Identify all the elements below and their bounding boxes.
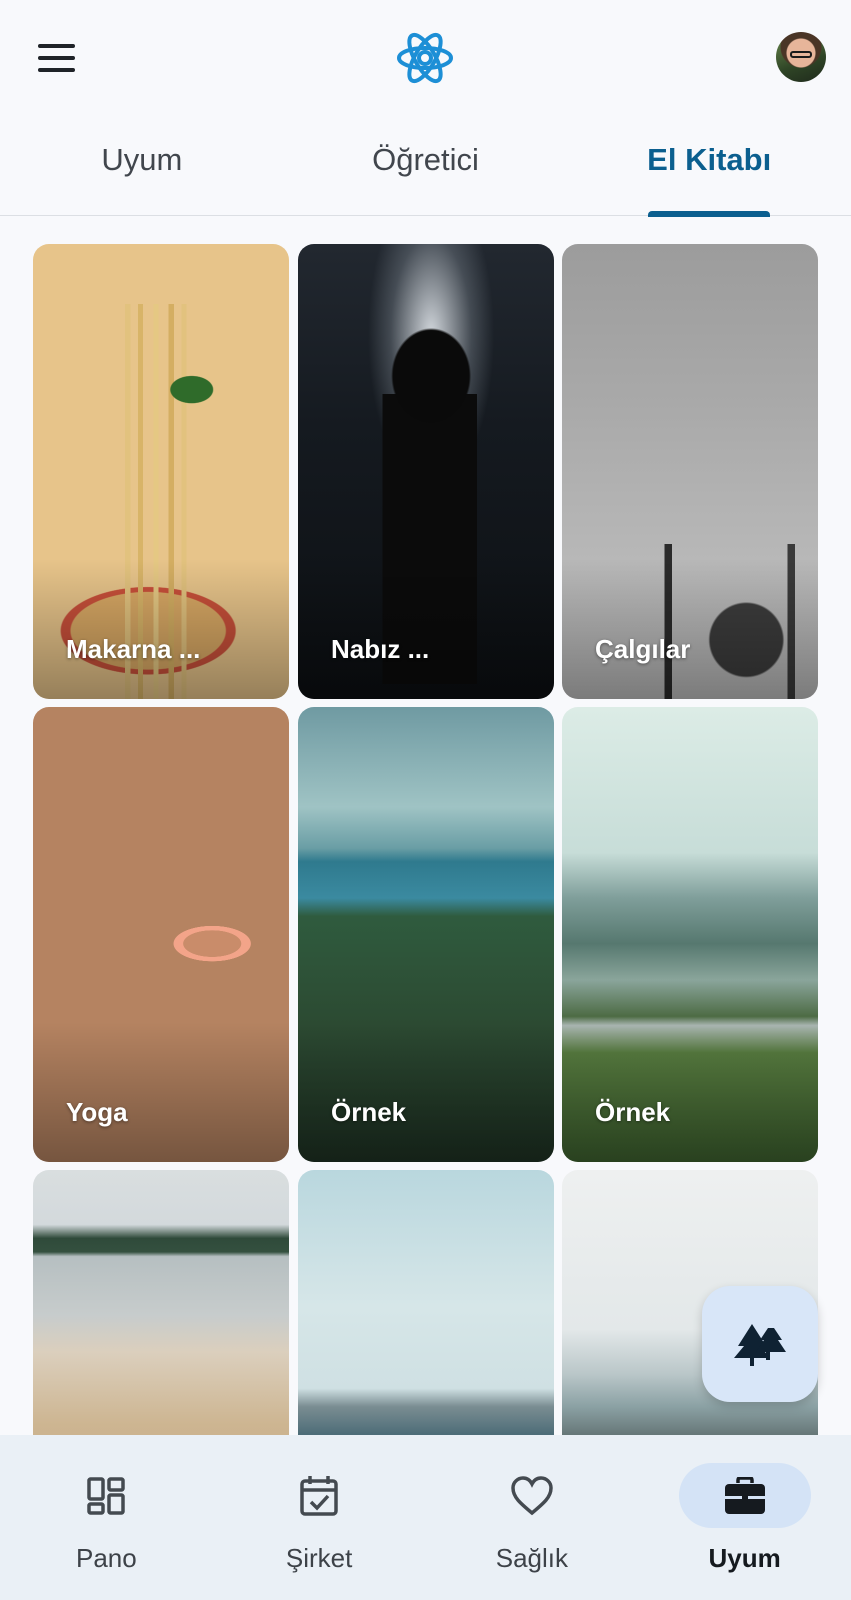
card-label: Örnek bbox=[331, 1097, 407, 1127]
nav-uyum[interactable]: Uyum bbox=[638, 1435, 851, 1600]
calendar-check-icon bbox=[296, 1473, 342, 1519]
tab-uyum[interactable]: Uyum bbox=[0, 118, 284, 215]
app-screen: Uyum Öğretici El Kitabı Makarna ... Nabı… bbox=[0, 0, 851, 1600]
card-yoga[interactable]: Yoga bbox=[33, 707, 289, 1162]
card-label: Örnek bbox=[595, 1097, 671, 1127]
card-overlay bbox=[33, 559, 289, 699]
active-tab-indicator bbox=[648, 211, 770, 217]
nav-label: Sağlık bbox=[495, 1543, 568, 1573]
card-nabiz[interactable]: Nabız ... bbox=[298, 244, 554, 699]
briefcase-icon bbox=[722, 1473, 768, 1519]
card-overlay bbox=[33, 1022, 289, 1162]
trees-icon bbox=[734, 1324, 786, 1366]
dashboard-icon bbox=[83, 1473, 129, 1519]
card-overlay bbox=[298, 1022, 554, 1162]
tab-label: Öğretici bbox=[372, 141, 479, 177]
tab-el-kitabi[interactable]: El Kitabı bbox=[567, 118, 851, 215]
nav-label: Pano bbox=[76, 1543, 137, 1573]
card-label: Makarna ... bbox=[66, 634, 201, 664]
card-overlay bbox=[298, 559, 554, 699]
card-overlay bbox=[562, 559, 818, 699]
user-avatar[interactable] bbox=[776, 32, 826, 82]
tab-ogretici[interactable]: Öğretici bbox=[284, 118, 568, 215]
card-overlay bbox=[562, 1022, 818, 1162]
card-calgilar[interactable]: Çalgılar bbox=[562, 244, 818, 699]
tab-label: Uyum bbox=[101, 141, 183, 177]
tab-label: El Kitabı bbox=[647, 141, 772, 177]
top-app-bar bbox=[0, 0, 851, 118]
nav-label: Şirket bbox=[285, 1543, 353, 1573]
heart-icon bbox=[509, 1473, 555, 1519]
card-label: Yoga bbox=[66, 1097, 128, 1127]
bottom-navigation: Pano Şirket Sağlık Uyum bbox=[0, 1435, 851, 1600]
card-label: Nabız ... bbox=[331, 634, 430, 664]
menu-icon[interactable] bbox=[28, 34, 88, 82]
card-makarna[interactable]: Makarna ... bbox=[33, 244, 289, 699]
card-ornek-1[interactable]: Örnek bbox=[298, 707, 554, 1162]
card-label: Çalgılar bbox=[595, 634, 691, 664]
card-ornek-2[interactable]: Örnek bbox=[562, 707, 818, 1162]
avatar-glasses bbox=[790, 51, 812, 58]
tab-bar: Uyum Öğretici El Kitabı bbox=[0, 118, 851, 216]
nav-sirket[interactable]: Şirket bbox=[213, 1435, 426, 1600]
nav-pano[interactable]: Pano bbox=[0, 1435, 213, 1600]
nav-label: Uyum bbox=[708, 1543, 781, 1573]
nav-saglik[interactable]: Sağlık bbox=[426, 1435, 639, 1600]
trees-fab-button[interactable] bbox=[702, 1286, 818, 1402]
atom-logo-icon bbox=[397, 32, 453, 84]
